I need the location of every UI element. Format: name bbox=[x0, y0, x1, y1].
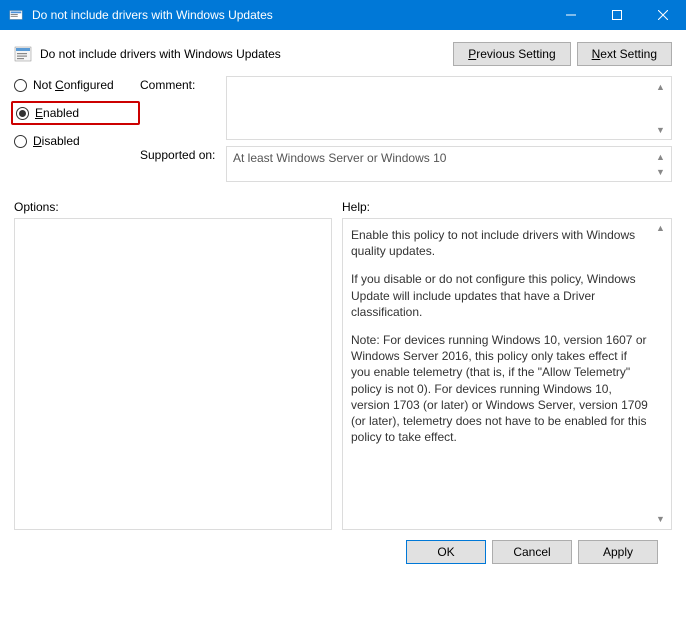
close-icon bbox=[658, 10, 668, 20]
minimize-button[interactable] bbox=[548, 0, 594, 30]
help-text: Note: For devices running Windows 10, ve… bbox=[351, 332, 649, 445]
policy-title: Do not include drivers with Windows Upda… bbox=[40, 47, 281, 61]
window-controls bbox=[548, 0, 686, 30]
radio-disabled[interactable]: Disabled bbox=[14, 134, 134, 148]
options-panel bbox=[14, 218, 332, 530]
comment-input[interactable]: ▲ ▼ bbox=[226, 76, 672, 140]
radio-not-configured[interactable]: Not Configured bbox=[14, 78, 134, 92]
comment-label: Comment: bbox=[140, 76, 220, 92]
help-panel: Enable this policy to not include driver… bbox=[342, 218, 672, 530]
previous-setting-button[interactable]: Previous Setting bbox=[453, 42, 570, 66]
help-label: Help: bbox=[342, 200, 370, 214]
close-button[interactable] bbox=[640, 0, 686, 30]
apply-button[interactable]: Apply bbox=[578, 540, 658, 564]
enabled-highlight: Enabled bbox=[11, 101, 140, 125]
help-text: Enable this policy to not include driver… bbox=[351, 227, 649, 259]
radio-enabled[interactable]: Enabled bbox=[16, 106, 79, 120]
window-title: Do not include drivers with Windows Upda… bbox=[32, 8, 548, 22]
scroll-down-icon[interactable]: ▼ bbox=[652, 163, 669, 180]
maximize-button[interactable] bbox=[594, 0, 640, 30]
policy-icon bbox=[14, 45, 32, 63]
scroll-up-icon[interactable]: ▲ bbox=[652, 220, 669, 237]
scroll-down-icon[interactable]: ▼ bbox=[652, 511, 669, 528]
supported-on-field: At least Windows Server or Windows 10 ▲ … bbox=[226, 146, 672, 182]
cancel-button[interactable]: Cancel bbox=[492, 540, 572, 564]
radio-icon bbox=[14, 135, 27, 148]
radio-icon bbox=[16, 107, 29, 120]
ok-button[interactable]: OK bbox=[406, 540, 486, 564]
minimize-icon bbox=[566, 10, 576, 20]
scroll-down-icon[interactable]: ▼ bbox=[652, 121, 669, 138]
scroll-up-icon[interactable]: ▲ bbox=[652, 78, 669, 95]
radio-icon bbox=[14, 79, 27, 92]
supported-label: Supported on: bbox=[140, 146, 220, 162]
titlebar: Do not include drivers with Windows Upda… bbox=[0, 0, 686, 30]
next-setting-button[interactable]: Next Setting bbox=[577, 42, 672, 66]
gpedit-icon bbox=[8, 7, 24, 23]
options-label: Options: bbox=[14, 200, 342, 214]
maximize-icon bbox=[612, 10, 622, 20]
help-text: If you disable or do not configure this … bbox=[351, 271, 649, 320]
